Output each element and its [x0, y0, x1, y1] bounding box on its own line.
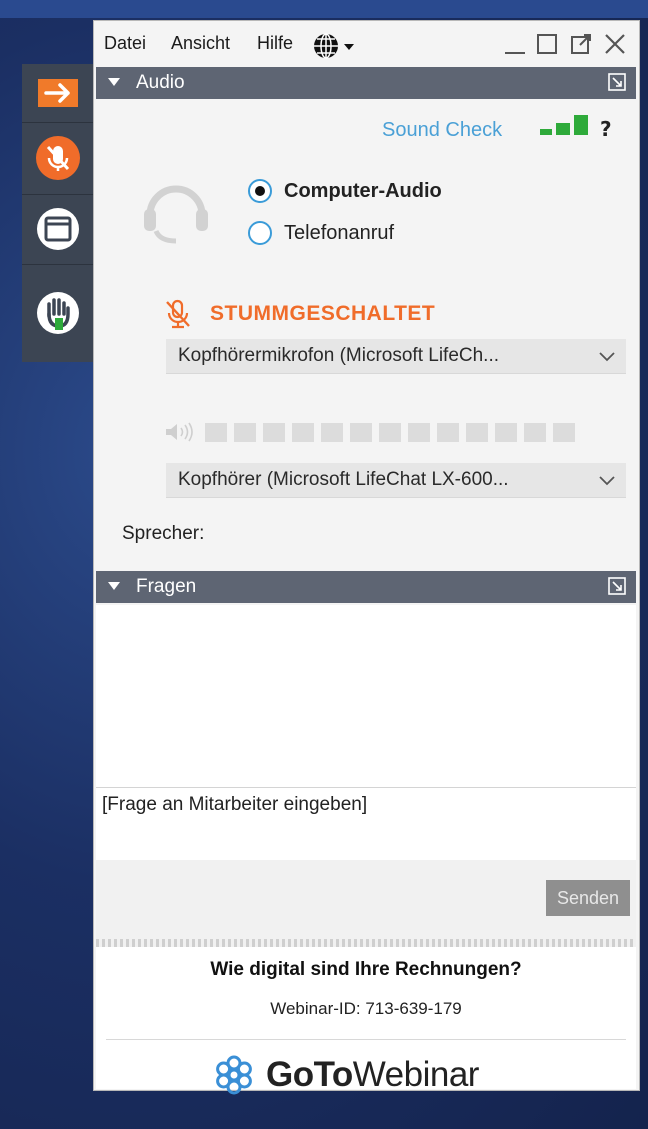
telefonanruf-label: Telefonanruf [284, 221, 395, 244]
footer-divider [106, 1039, 626, 1040]
screen-icon [37, 208, 79, 250]
questions-log [96, 605, 636, 787]
brand-light: Webinar [352, 1055, 480, 1094]
meter-segment [350, 422, 372, 442]
speaker-level-meter [164, 421, 575, 443]
muted-label: STUMMGESCHALTET [210, 302, 436, 325]
brand-wordmark: GoToWebinar [266, 1055, 479, 1095]
collapse-triangle-icon [108, 582, 120, 590]
meter-segment [205, 422, 227, 442]
question-input[interactable]: [Frage an Mitarbeiter eingeben] [96, 787, 636, 861]
gotowebinar-logo-icon [216, 1055, 252, 1095]
muted-status: STUMMGESCHALTET [164, 299, 435, 329]
globe-icon[interactable] [312, 32, 360, 60]
resize-grip[interactable] [96, 939, 636, 947]
microphone-value: Kopfhörermikrofon (Microsoft LifeCh... [178, 345, 500, 366]
signal-strength-icon [540, 115, 588, 135]
popout-icon[interactable] [608, 73, 626, 91]
computer-audio-label: Computer-Audio [284, 179, 442, 202]
control-panel-bar [22, 64, 94, 362]
meter-segment [495, 422, 517, 442]
webinar-id: Webinar-ID: 713-639-179 [270, 999, 462, 1018]
speaker-label: Sprecher: [122, 523, 205, 544]
audio-section-header[interactable]: Audio [96, 67, 636, 99]
meter-segment [524, 422, 546, 442]
questions-section-title: Fragen [136, 576, 197, 597]
arrow-right-icon [38, 79, 78, 107]
send-button[interactable]: Senden [546, 880, 630, 916]
meter-segment [553, 422, 575, 442]
meter-segment [263, 422, 285, 442]
meter-segment [234, 422, 256, 442]
raise-hand-icon [37, 292, 79, 334]
close-icon[interactable] [602, 31, 628, 57]
microphone-muted-icon [36, 136, 80, 180]
webinar-title: Wie digital sind Ihre Rechnungen? [210, 959, 522, 980]
microphone-muted-icon [166, 299, 190, 329]
audio-panel: Sound Check ? Computer-Audio Telefonanru… [96, 99, 636, 571]
webinar-footer: Wie digital sind Ihre Rechnungen? Webina… [96, 947, 636, 1095]
mute-toggle-button[interactable] [22, 122, 94, 195]
gotowebinar-logo: GoToWebinar [212, 1053, 479, 1097]
raise-hand-button[interactable] [22, 264, 94, 362]
questions-section-header[interactable]: Fragen [96, 571, 636, 603]
radio-button[interactable] [248, 221, 272, 245]
sound-check-link[interactable]: Sound Check [382, 119, 502, 142]
audio-section-title: Audio [136, 72, 185, 93]
gotowebinar-window: Datei Ansicht Hilfe Audio Sound Check ? [93, 20, 640, 1095]
popout-window-icon[interactable] [568, 31, 594, 57]
menu-bar: Datei Ansicht Hilfe [94, 21, 639, 67]
chevron-down-icon [599, 352, 615, 362]
collapse-panel-button[interactable] [22, 64, 94, 123]
menu-datei[interactable]: Datei [104, 33, 146, 54]
meter-segment [408, 422, 430, 442]
radio-telefonanruf[interactable]: Telefonanruf [248, 221, 394, 245]
menu-ansicht[interactable]: Ansicht [171, 33, 230, 54]
headset-icon [144, 185, 208, 244]
radio-computer-audio[interactable]: Computer-Audio [248, 179, 442, 203]
menu-hilfe[interactable]: Hilfe [257, 33, 293, 54]
chevron-down-icon [599, 476, 615, 486]
help-icon[interactable]: ? [600, 117, 612, 141]
meter-segment [292, 422, 314, 442]
meter-segment [466, 422, 488, 442]
meter-segment [321, 422, 343, 442]
microphone-select[interactable]: Kopfhörermikrofon (Microsoft LifeCh... [166, 339, 626, 374]
minimize-icon[interactable] [502, 31, 528, 57]
desktop-background-stripe [0, 0, 648, 18]
radio-button-selected[interactable] [248, 179, 272, 203]
meter-segment [379, 422, 401, 442]
meter-segment [437, 422, 459, 442]
send-area: Senden [96, 860, 636, 942]
speaker-device-value: Kopfhörer (Microsoft LifeChat LX-600... [178, 469, 509, 490]
popout-icon[interactable] [608, 577, 626, 595]
screen-share-button[interactable] [22, 194, 94, 265]
speaker-select[interactable]: Kopfhörer (Microsoft LifeChat LX-600... [166, 463, 626, 498]
maximize-icon[interactable] [534, 31, 560, 57]
collapse-triangle-icon [108, 78, 120, 86]
speaker-icon [166, 422, 193, 442]
brand-bold: GoTo [266, 1055, 353, 1094]
question-input-placeholder: [Frage an Mitarbeiter eingeben] [102, 794, 368, 815]
